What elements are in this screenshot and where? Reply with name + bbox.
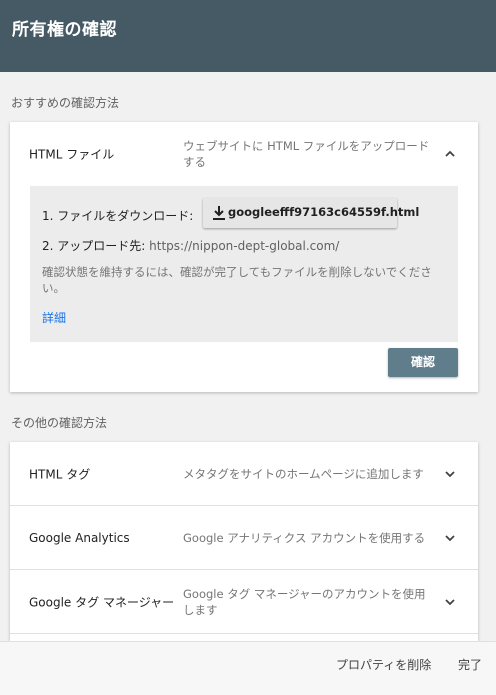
dialog-title: 所有権の確認 (12, 20, 117, 40)
method-row-html-tag[interactable]: HTML タグ メタタグをサイトのホームページに追加します (10, 442, 478, 505)
chevron-down-icon[interactable] (444, 596, 456, 608)
other-methods-card: HTML タグ メタタグをサイトのホームページに追加します Google Ana… (10, 442, 478, 641)
chevron-down-icon[interactable] (444, 468, 456, 480)
step2-row: 2. アップロード先: https://nippon-dept-global.c… (42, 237, 339, 254)
method-description: Google タグ マネージャーのアカウントを使用します (183, 586, 426, 617)
divider (10, 633, 478, 634)
delete-property-button[interactable]: プロパティを削除 (336, 656, 431, 673)
download-file-name: googleefff97163c64559f.html (228, 205, 420, 219)
keep-file-note: 確認状態を維持するには、確認が完了してもファイルを削除しないでください。 (42, 265, 432, 295)
details-link[interactable]: 詳細 (42, 309, 66, 326)
dialog-footer: プロパティを削除 完了 (0, 641, 496, 695)
chevron-up-icon[interactable] (444, 148, 456, 160)
upload-url: https://nippon-dept-global.com/ (149, 239, 340, 253)
dialog-header: 所有権の確認 (0, 0, 496, 72)
method-description: メタタグをサイトのホームページに追加します (183, 466, 424, 481)
step1-label: 1. ファイルをダウンロード: (42, 209, 194, 223)
step2-label: 2. アップロード先: (42, 239, 146, 253)
done-button[interactable]: 完了 (458, 656, 482, 673)
method-name: Google Analytics (29, 530, 130, 545)
method-name: HTML ファイル (29, 147, 115, 161)
other-section-label: その他の確認方法 (11, 416, 108, 430)
recommended-method-card: HTML ファイル ウェブサイトに HTML ファイルをアップロードする 1. … (10, 122, 478, 392)
method-row-google-tag-manager[interactable]: Google タグ マネージャー Google タグ マネージャーのアカウントを… (10, 570, 478, 633)
download-icon (213, 206, 225, 220)
method-name: HTML タグ (29, 467, 91, 481)
method-row-google-analytics[interactable]: Google Analytics Google アナリティクス アカウントを使用… (10, 506, 478, 569)
method-description: ウェブサイトに HTML ファイルをアップロードする (183, 138, 430, 169)
method-description: Google アナリティクス アカウントを使用する (183, 530, 426, 545)
method-name: Google タグ マネージャー (29, 595, 175, 609)
html-file-method-header[interactable]: HTML ファイル ウェブサイトに HTML ファイルをアップロードする (10, 122, 478, 185)
recommended-section-label: おすすめの確認方法 (11, 96, 120, 110)
confirm-button[interactable]: 確認 (388, 348, 458, 377)
download-file-button[interactable]: googleefff97163c64559f.html (203, 198, 419, 228)
chevron-down-icon[interactable] (444, 532, 456, 544)
html-file-instructions-panel: 1. ファイルをダウンロード: googleefff97163c64559f.h… (30, 186, 458, 342)
